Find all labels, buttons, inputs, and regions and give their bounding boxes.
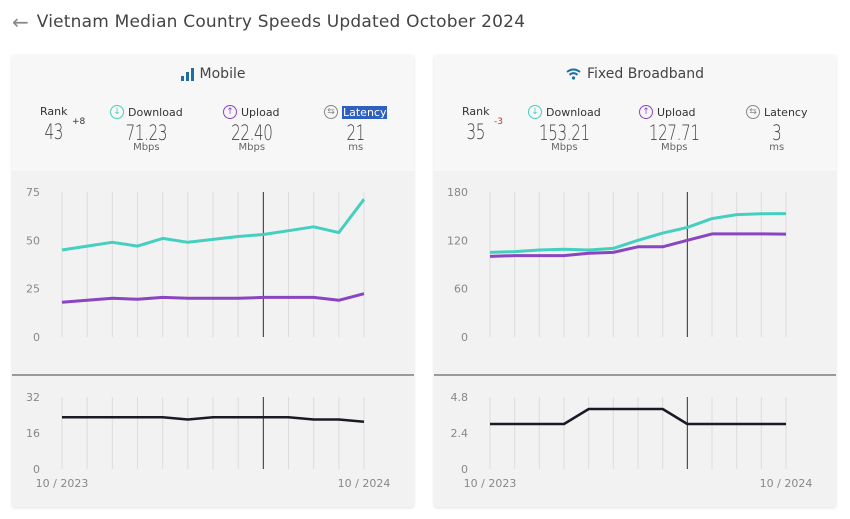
mobile-card-title: Mobile — [12, 66, 414, 82]
upload-arrow-icon: ↑ — [223, 105, 237, 119]
latency-label: Latency — [342, 105, 388, 119]
upload-label: Upload — [657, 105, 696, 119]
fixed-rank: Rank 35 -3 — [462, 105, 503, 144]
y-tick-label: 2.4 — [451, 427, 469, 440]
mobile-stats: Mobile Rank 43 +8 ↓ Download 71.23 Mbps ↑… — [12, 55, 414, 171]
latency-label: Latency — [764, 105, 808, 119]
latency-icon: ⇆ — [746, 105, 760, 119]
rank-value: 43 — [44, 120, 64, 144]
y-tick-label: 60 — [454, 283, 468, 296]
fixed-card-title: Fixed Broadband — [434, 66, 836, 82]
mobile-latency: ⇆ Latency 21 ms — [324, 105, 388, 153]
download-arrow-icon: ↓ — [528, 105, 542, 119]
mobile-download: ↓ Download 71.23 Mbps — [110, 105, 183, 153]
latency-icon: ⇆ — [324, 105, 338, 119]
latency-value: 21 — [346, 121, 366, 145]
rank-change: -3 — [494, 117, 503, 127]
y-tick-label: 75 — [26, 186, 40, 199]
fixed-card: Fixed Broadband Rank 35 -3 ↓ Download 153… — [434, 55, 836, 507]
y-tick-label: 0 — [33, 463, 40, 476]
rank-change: +8 — [72, 117, 86, 127]
upload-value: 22.40 — [231, 121, 273, 145]
download-value: 71.23 — [125, 121, 168, 145]
rank-value: 35 — [466, 120, 486, 144]
y-tick-label: 4.8 — [451, 391, 469, 404]
y-tick-label: 50 — [26, 234, 40, 247]
y-tick-label: 32 — [26, 391, 40, 404]
fixed-speed-chart[interactable]: 0 60 120 180 — [434, 171, 836, 376]
latency-value: 3 — [772, 121, 782, 145]
mobile-rank: Rank 43 +8 — [40, 105, 85, 144]
wifi-icon — [566, 68, 581, 80]
x-tick-label-end: 10 / 2024 — [760, 477, 813, 490]
mobile-card: Mobile Rank 43 +8 ↓ Download 71.23 Mbps ↑… — [12, 55, 414, 507]
x-tick-label-start: 10 / 2023 — [36, 477, 89, 490]
mobile-speed-chart[interactable]: 0 25 50 75 — [12, 171, 414, 376]
page-header: ← Vietnam Median Country Speeds Updated … — [12, 12, 525, 32]
y-tick-label: 0 — [33, 331, 40, 344]
download-label: Download — [128, 105, 183, 119]
rank-label: Rank — [40, 105, 68, 118]
fixed-latency: ⇆ Latency 3 ms — [746, 105, 807, 153]
x-tick-label-end: 10 / 2024 — [338, 477, 391, 490]
fixed-title-text: Fixed Broadband — [586, 66, 705, 82]
y-tick-label: 180 — [447, 186, 468, 199]
fixed-stats: Fixed Broadband Rank 35 -3 ↓ Download 153… — [434, 55, 836, 171]
arrow-left-icon[interactable]: ← — [12, 12, 29, 32]
mobile-title-text: Mobile — [199, 66, 246, 82]
download-value: 153.21 — [538, 121, 590, 145]
download-arrow-icon: ↓ — [110, 105, 124, 119]
mobile-upload: ↑ Upload 22.40 Mbps — [223, 105, 281, 153]
signal-bars-icon — [180, 67, 194, 81]
fixed-upload: ↑ Upload 127.71 Mbps — [639, 105, 709, 153]
fixed-latency-chart[interactable]: 0 2.4 4.8 10 / 2023 10 / 2024 — [434, 376, 836, 507]
y-tick-label: 16 — [26, 427, 40, 440]
y-tick-label: 25 — [26, 283, 40, 296]
upload-value: 127.71 — [648, 121, 700, 145]
y-tick-label: 120 — [447, 234, 468, 247]
y-tick-label: 0 — [461, 463, 468, 476]
mobile-latency-chart[interactable]: 0 16 32 10 / 2023 10 / 2024 — [12, 376, 414, 507]
fixed-download: ↓ Download 153.21 Mbps — [528, 105, 601, 153]
download-label: Download — [546, 105, 601, 119]
rank-label: Rank — [462, 105, 490, 118]
y-tick-label: 0 — [461, 331, 468, 344]
x-tick-label-start: 10 / 2023 — [464, 477, 517, 490]
upload-label: Upload — [241, 105, 280, 119]
upload-arrow-icon: ↑ — [639, 105, 653, 119]
page-title: Vietnam Median Country Speeds Updated Oc… — [36, 12, 526, 32]
